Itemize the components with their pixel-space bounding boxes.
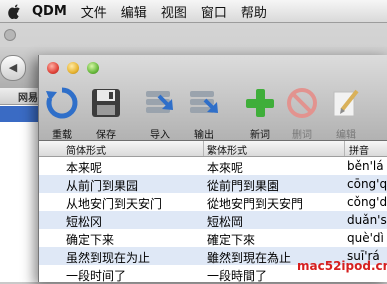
table-row[interactable]: 本来呢 本來呢 běn'lá <box>39 157 387 175</box>
cell-traditional: 短松岡 <box>207 215 244 229</box>
column-header-simplified[interactable]: 简体形式 <box>66 142 106 157</box>
cell-pinyin: cōng'q <box>347 177 387 191</box>
column-header-traditional[interactable]: 繁体形式 <box>207 142 247 157</box>
export-button[interactable]: 输出 <box>187 86 221 141</box>
cell-traditional: 確定下來 <box>207 233 256 247</box>
cell-pinyin: cǒng'd <box>347 195 387 209</box>
import-label: 导入 <box>150 130 170 141</box>
import-icon <box>146 91 173 113</box>
save-label: 保存 <box>96 130 116 141</box>
back-button[interactable]: ◀ <box>0 55 26 81</box>
edit-label: 编辑 <box>336 130 356 141</box>
column-divider[interactable] <box>203 141 204 156</box>
export-icon <box>190 91 218 113</box>
cell-simplified: 从前门到果园 <box>66 179 139 193</box>
save-button[interactable]: 保存 <box>89 86 123 141</box>
menu-app-name[interactable]: QDM <box>32 4 67 19</box>
watermark: mac52ipod.cn <box>297 259 387 273</box>
table-row[interactable]: 确定下来 確定下來 què'dì <box>39 229 387 247</box>
reload-label: 重载 <box>52 130 72 141</box>
cell-pinyin: duǎn's <box>347 213 387 227</box>
edit-icon <box>333 89 359 117</box>
table-header: 简体形式 繁体形式 拼音 <box>39 141 387 157</box>
window-toolbar: 重载 保存 导入 输出 新词 删词 编辑 <box>39 55 387 141</box>
menu-view[interactable]: 视图 <box>161 2 187 21</box>
cell-simplified: 短松冈 <box>66 215 103 229</box>
menu-bar: QDM 文件 编辑 视图 窗口 帮助 <box>0 0 387 23</box>
delete-word-button[interactable]: 删词 <box>285 86 319 141</box>
cell-traditional: 一段時間了 <box>207 269 268 283</box>
export-label: 输出 <box>194 130 214 141</box>
background-tab-label[interactable]: 网易 <box>18 89 38 104</box>
import-button[interactable]: 导入 <box>143 86 177 141</box>
cell-pinyin: běn'lá <box>347 159 384 173</box>
dictionary-window: 重载 保存 导入 输出 新词 删词 编辑 简体形式 繁体形式 拼音 本来呢 本來… <box>38 55 387 283</box>
cell-simplified: 虽然到现在为止 <box>66 251 151 265</box>
new-word-label: 新词 <box>250 130 270 141</box>
menu-file[interactable]: 文件 <box>81 2 107 21</box>
menu-window[interactable]: 窗口 <box>201 2 227 21</box>
column-divider[interactable] <box>344 141 345 156</box>
close-window-button[interactable] <box>47 62 59 74</box>
apple-icon[interactable] <box>8 3 22 19</box>
new-word-button[interactable]: 新词 <box>243 86 277 141</box>
cell-simplified: 本来呢 <box>66 161 103 175</box>
reload-icon <box>46 87 78 119</box>
column-header-pinyin[interactable]: 拼音 <box>349 142 369 157</box>
minimize-window-button[interactable] <box>67 62 79 74</box>
table-row[interactable]: 从地安门到天安门 從地安門到天安門 cǒng'd <box>39 193 387 211</box>
menu-help[interactable]: 帮助 <box>241 2 267 21</box>
cell-pinyin: què'dì <box>347 231 384 245</box>
cell-traditional: 本來呢 <box>207 161 244 175</box>
background-window-close-button[interactable] <box>4 29 16 41</box>
reload-button[interactable]: 重载 <box>45 86 79 141</box>
cell-simplified: 一段时间了 <box>66 269 127 283</box>
menu-edit[interactable]: 编辑 <box>121 2 147 21</box>
edit-button[interactable]: 编辑 <box>329 86 363 141</box>
delete-icon <box>287 88 317 118</box>
cell-simplified: 确定下来 <box>66 233 115 247</box>
cell-traditional: 雖然到現在為止 <box>207 251 292 265</box>
delete-word-label: 删词 <box>292 130 312 141</box>
table-row[interactable]: 从前门到果园 從前門到果園 cōng'q <box>39 175 387 193</box>
cell-simplified: 从地安门到天安门 <box>66 197 163 211</box>
cell-traditional: 從前門到果園 <box>207 179 280 193</box>
zoom-window-button[interactable] <box>87 62 99 74</box>
save-icon <box>92 89 120 117</box>
table-row[interactable]: 短松冈 短松岡 duǎn's <box>39 211 387 229</box>
add-icon <box>246 89 274 117</box>
cell-traditional: 從地安門到天安門 <box>207 197 304 211</box>
